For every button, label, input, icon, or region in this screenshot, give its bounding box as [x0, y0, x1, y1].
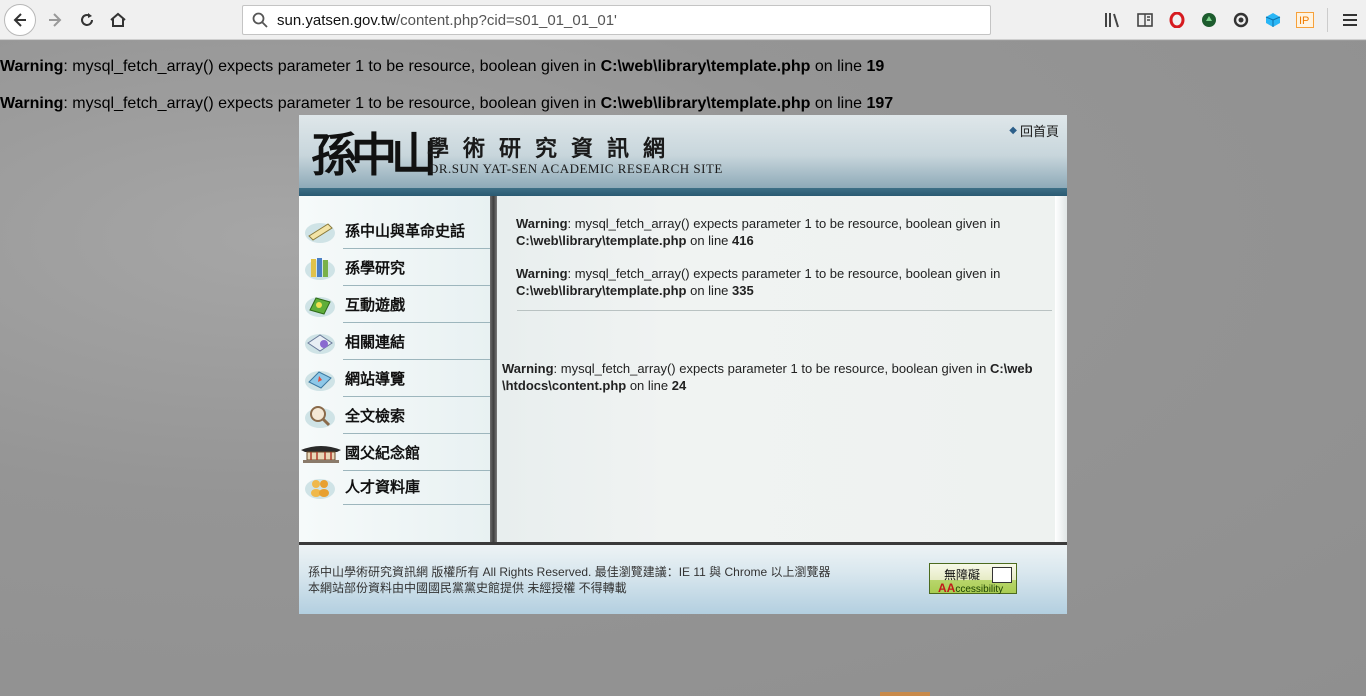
url-bar[interactable]: sun.yatsen.gov.tw/content.php?cid=s01_01… — [242, 5, 991, 35]
reload-icon — [81, 13, 93, 26]
forward-button[interactable] — [40, 5, 70, 35]
nav-item-revolution-history[interactable]: 孫中山與革命史話 — [299, 212, 492, 249]
site-banner: 孫中山 學術研究資訊網 DR.SUN YAT-SEN ACADEMIC RESE… — [299, 115, 1067, 188]
home-icon — [110, 12, 126, 27]
site-subtitle: DR.SUN YAT-SEN ACADEMIC RESEARCH SITE — [429, 161, 723, 176]
nav-item-sun-studies[interactable]: 孫學研究 — [299, 249, 492, 286]
nav-item-label: 相關連結 — [345, 333, 406, 351]
php-warning-top-2: Warning: mysql_fetch_array() expects par… — [0, 95, 894, 112]
memorial-hall-icon — [299, 439, 343, 467]
arrow-left-icon — [13, 13, 26, 27]
home-link[interactable]: ◆ 回首頁 — [1009, 121, 1059, 140]
nav-edge-shadow — [490, 196, 497, 542]
back-button[interactable] — [4, 4, 36, 36]
home-button[interactable] — [103, 5, 133, 35]
nav-item-memorial-hall[interactable]: 國父紀念館 — [299, 434, 492, 471]
scroll-icon — [303, 217, 337, 245]
nav-item-label: 互動遊戲 — [345, 296, 406, 314]
nav-item-label: 孫中山與革命史話 — [345, 222, 466, 240]
php-warning-top-1: Warning: mysql_fetch_array() expects par… — [0, 58, 885, 75]
toolbar-separator — [1327, 8, 1328, 32]
toolbar-icons: IP — [1097, 0, 1366, 40]
nav-divider — [343, 504, 492, 505]
browser-toolbar: sun.yatsen.gov.tw/content.php?cid=s01_01… — [0, 0, 1366, 40]
nav-item-label: 網站導覽 — [345, 370, 406, 388]
accessibility-badge[interactable]: 無障礙 AAccessibility — [929, 563, 1017, 595]
people-icon — [303, 473, 337, 501]
search-icon — [252, 12, 268, 28]
footer-source-note: 本網站部份資料由中國國民黨黨史館提供 未經授權 不得轉載 — [308, 581, 627, 595]
game-icon — [303, 291, 337, 319]
url-path: /content.php?cid=s01_01_01_01' — [395, 11, 617, 29]
content-warning-2: Warning: mysql_fetch_array() expects par… — [516, 266, 1001, 298]
site-title: 學術研究資訊網 — [427, 136, 680, 162]
nav-item-related-links[interactable]: 相關連結 — [299, 323, 492, 360]
books-icon — [303, 254, 337, 282]
svg-text:IP: IP — [1299, 15, 1309, 27]
site-frame: 孫中山 學術研究資訊網 DR.SUN YAT-SEN ACADEMIC RESE… — [299, 115, 1067, 614]
nav-item-talent-database[interactable]: 人才資料庫 — [299, 468, 492, 505]
sync-extension-icon[interactable] — [1225, 5, 1257, 35]
site-logo[interactable]: 孫中山 — [311, 119, 437, 185]
url-domain: sun.yatsen.gov.tw — [277, 11, 396, 29]
library-icon[interactable] — [1097, 5, 1129, 35]
nav-item-label: 人才資料庫 — [345, 478, 421, 496]
left-nav: 孫中山與革命史話 孫學研究 互動遊戲 相關連結 網站導覽 全文檢索 國父紀念館 … — [299, 196, 492, 542]
content-warning-3: Warning: mysql_fetch_array() expects par… — [502, 361, 1033, 393]
content-divider — [517, 310, 1052, 311]
cube-extension-icon[interactable] — [1257, 5, 1289, 35]
taskbar-edge — [880, 692, 930, 696]
map-icon — [303, 365, 337, 393]
nav-item-label: 孫學研究 — [345, 259, 406, 277]
shield-extension-icon[interactable] — [1193, 5, 1225, 35]
url-text: sun.yatsen.gov.tw/content.php?cid=s01_01… — [277, 12, 617, 29]
opera-extension-icon[interactable] — [1161, 5, 1193, 35]
banner-stripe — [299, 188, 1067, 196]
site-footer: 孫中山學術研究資訊網 版權所有 All Rights Reserved. 最佳瀏… — [299, 545, 1067, 614]
accessibility-badge-text: AAccessibility — [938, 581, 1004, 595]
link-icon — [303, 328, 337, 356]
nav-item-full-text-search[interactable]: 全文檢索 — [299, 397, 492, 434]
nav-item-site-map[interactable]: 網站導覽 — [299, 360, 492, 397]
nav-item-label: 全文檢索 — [345, 407, 406, 425]
home-link-label: 回首頁 — [1019, 125, 1059, 140]
search-person-icon — [303, 402, 337, 430]
reload-button[interactable] — [72, 5, 102, 35]
nav-item-interactive-games[interactable]: 互動遊戲 — [299, 286, 492, 323]
menu-icon[interactable] — [1334, 5, 1366, 35]
diamond-icon: ◆ — [1009, 125, 1017, 136]
arrow-right-icon — [49, 13, 62, 27]
content-warning-1: Warning: mysql_fetch_array() expects par… — [516, 216, 1001, 248]
reader-view-icon[interactable] — [1129, 5, 1161, 35]
ip-extension-icon[interactable]: IP — [1289, 5, 1321, 35]
content-edge — [1055, 196, 1067, 542]
nav-item-label: 國父紀念館 — [345, 444, 421, 462]
footer-copyright: 孫中山學術研究資訊網 版權所有 All Rights Reserved. 最佳瀏… — [308, 565, 831, 579]
